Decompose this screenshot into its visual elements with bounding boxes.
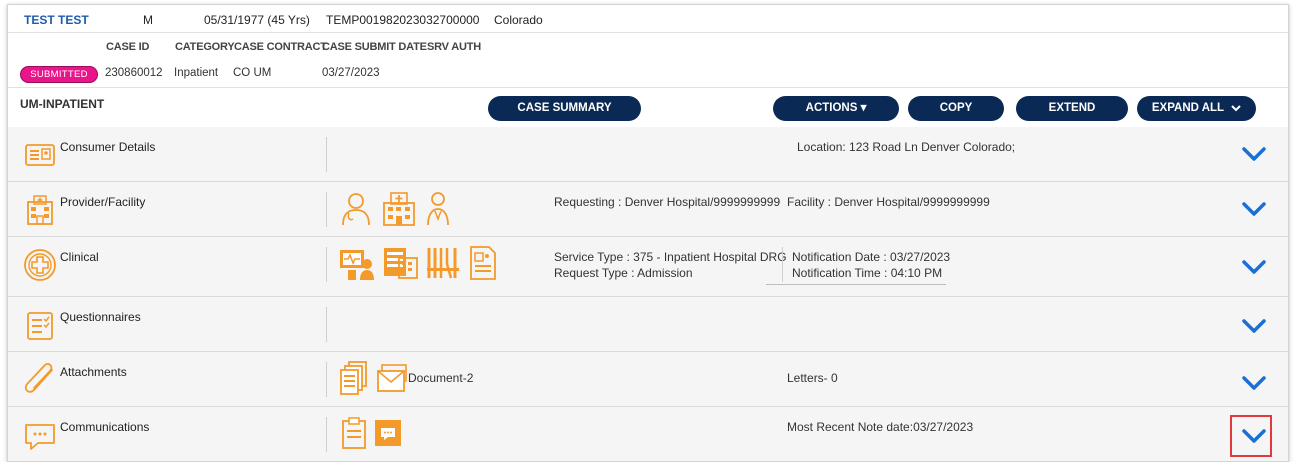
section-title-provider: Provider/Facility [60,195,146,209]
recent-note-date: Most Recent Note date:03/27/2023 [787,420,974,434]
divider [326,192,327,227]
divider [782,247,783,282]
clinical-icon-group [338,244,499,282]
case-details-panel: TEST TEST M 05/31/1977 (45 Yrs) TEMP0019… [7,4,1289,462]
service-type: Service Type : 375 - Inpatient Hospital … [554,250,787,264]
request-type: Request Type : Admission [554,266,693,280]
section-communications[interactable]: Communications Most Recent Note date:03/… [8,407,1288,461]
chat-bubble-icon [25,424,55,450]
surgeon-icon [427,192,449,226]
copy-button[interactable]: COPY [908,96,1004,121]
chevron-down-icon[interactable] [1241,317,1267,335]
section-title-attachments: Attachments [60,365,127,379]
attachment-icon-group [339,359,410,397]
submit-date-header: CASE SUBMIT DATE [322,41,427,53]
case-contract-header: CASE CONTRACT [234,41,327,53]
divider [766,284,946,285]
patient-dob: 05/31/1977 (45 Yrs) [204,13,310,27]
section-questionnaires[interactable]: Questionnaires [8,297,1288,352]
documents-stack-icon [340,361,367,395]
status-badge: SUBMITTED [20,66,98,83]
section-title-consumer: Consumer Details [60,140,156,154]
category-header: CATEGORY [175,41,235,53]
medical-cross-icon [24,249,56,281]
section-title-communications: Communications [60,420,150,434]
divider [326,137,327,172]
chevron-down-icon[interactable] [1241,427,1267,445]
letters-count: Letters- 0 [787,371,838,385]
case-info: CASE ID CATEGORY CASE CONTRACT CASE SUBM… [8,33,1288,88]
section-provider-facility[interactable]: Provider/Facility Requesting: Denver Ho… [8,182,1288,237]
section-clinical[interactable]: Clinical Service Type: 375 - Inpatient … [8,237,1288,297]
section-title-clinical: Clinical [60,250,99,264]
paperclip-icon [24,363,53,393]
chevron-down-icon [1231,105,1241,112]
divider [326,247,327,282]
divider [326,362,327,397]
clipboard-note-icon [342,417,366,449]
doctor-icon [342,193,370,226]
surgical-tools-icon [427,248,459,279]
divider [326,417,327,452]
medical-records-icon [384,248,418,279]
case-id-header: CASE ID [106,41,150,53]
page-title: UM-INPATIENT [20,97,105,111]
consumer-location: Location: 123 Road Ln Denver Colorado; [797,140,1016,154]
chevron-down-icon[interactable] [1241,145,1267,163]
section-attachments[interactable]: Attachments Document-2 Letters- 0 [8,352,1288,407]
checklist-icon [27,312,53,340]
patient-name-link[interactable]: TEST TEST [24,13,89,27]
provider-icon-group [336,189,454,227]
communication-icon-group [340,414,403,452]
facility-provider: Facility : Denver Hospital/9999999999 [787,195,990,209]
clinical-document-icon [470,246,496,280]
actions-dropdown-button[interactable]: ACTIONS ▾ [773,96,899,121]
hospital-icon [383,192,415,226]
chevron-down-icon[interactable] [1241,200,1267,218]
category-value: Inpatient [174,67,219,79]
chevron-down-icon[interactable] [1241,374,1267,392]
submit-date-value: 03/27/2023 [322,67,380,79]
expand-all-button[interactable]: EXPAND ALL [1137,96,1256,121]
srv-auth-header: SRV AUTH [427,41,482,53]
attachment-document-link[interactable]: Document-2 [408,371,473,385]
section-consumer-details[interactable]: Consumer Details Location: 123 Road Ln D… [8,127,1288,182]
diagnosis-monitor-icon [340,250,374,280]
case-sections: Consumer Details Location: 123 Road Ln D… [8,127,1288,461]
notification-time: Notification Time : 04:10 PM [792,266,943,280]
member-id: TEMP001982023032700000 [326,13,480,27]
case-id-value: 230860012 [105,67,163,79]
hospital-building-icon [27,195,53,225]
divider [326,307,327,342]
id-card-icon [25,144,55,166]
expand-all-label: EXPAND ALL [1151,102,1224,114]
action-toolbar: UM-INPATIENT CASE SUMMARY ACTIONS ▾ COPY… [8,89,1288,129]
patient-state: Colorado [494,13,543,27]
patient-header: TEST TEST M 05/31/1977 (45 Yrs) TEMP0019… [8,5,1288,33]
extend-button[interactable]: EXTEND [1016,96,1128,121]
case-summary-button[interactable]: CASE SUMMARY [488,96,641,121]
requesting-provider: Requesting : Denver Hospital/9999999999 [554,195,781,209]
envelope-letters-icon [377,364,407,392]
message-icon[interactable] [373,414,403,452]
notification-date: Notification Date : 03/27/2023 [792,250,951,264]
patient-gender: M [143,13,153,27]
chevron-down-icon[interactable] [1241,258,1267,276]
section-title-questionnaires: Questionnaires [60,310,141,324]
contract-value: CO UM [233,67,272,79]
